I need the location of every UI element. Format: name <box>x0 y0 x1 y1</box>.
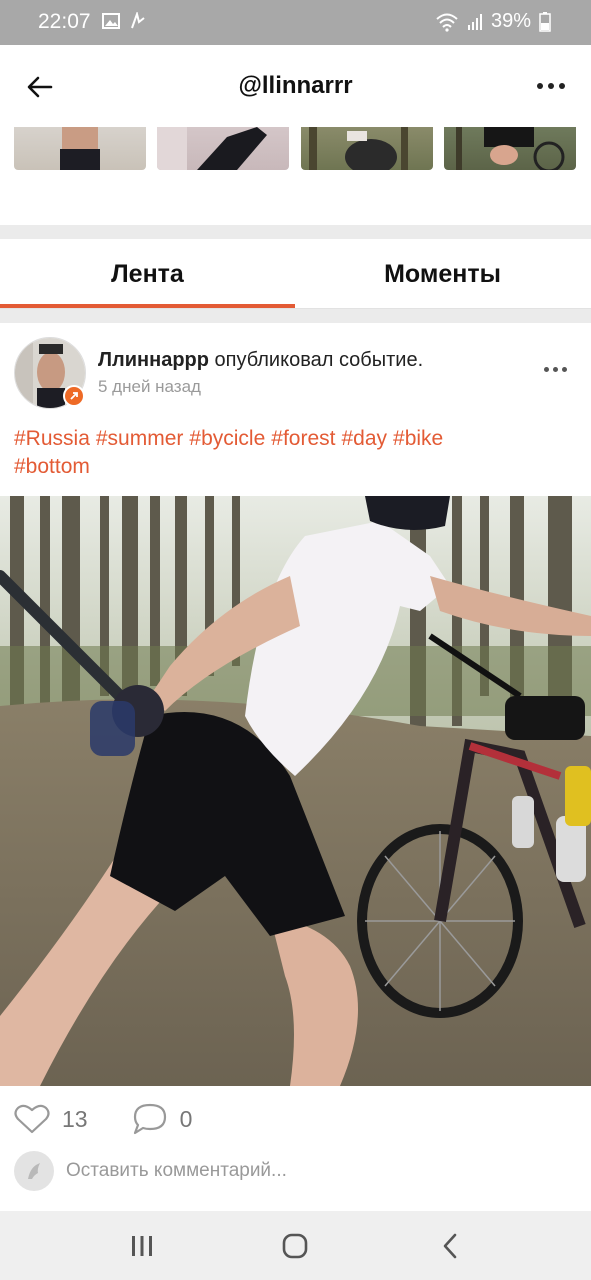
recents-button[interactable] <box>122 1229 162 1263</box>
profile-tabs: Лента Моменты <box>0 239 591 309</box>
battery-icon <box>539 11 551 32</box>
feed-post: Ллиннаррр опубликовал событие. 5 дней на… <box>0 323 591 1211</box>
section-divider <box>0 309 591 323</box>
photo-thumbnail[interactable] <box>301 127 433 170</box>
photo-thumbnail[interactable] <box>157 127 289 170</box>
home-icon <box>282 1233 308 1259</box>
profile-handle: @llinnarrr <box>238 72 353 99</box>
hashtag-link[interactable]: #forest <box>271 427 335 450</box>
home-button[interactable] <box>275 1229 315 1263</box>
photo-thumbnail[interactable] <box>14 127 146 170</box>
gallery-icon <box>102 13 120 29</box>
comment-button[interactable]: 0 <box>132 1102 193 1136</box>
system-nav-bar <box>0 1211 591 1280</box>
photo-thumbnail[interactable] <box>444 127 576 170</box>
hashtag-link[interactable]: #day <box>341 427 387 450</box>
active-tab-indicator <box>0 304 295 308</box>
hashtags: #Russia #summer #bycicle #forest #day #bike #b… <box>14 425 574 481</box>
app-header: @llinnarrr <box>0 45 591 127</box>
status-time: 22:07 <box>38 10 91 33</box>
tab-moments[interactable]: Моменты <box>295 239 590 309</box>
activity-icon <box>131 12 145 29</box>
back-nav-icon <box>443 1233 457 1259</box>
tab-feed[interactable]: Лента <box>0 239 295 309</box>
post-timestamp: 5 дней назад <box>98 377 201 396</box>
author-name[interactable]: Ллиннаррр <box>98 349 209 371</box>
signal-icon <box>467 13 482 30</box>
comment-composer[interactable]: Оставить комментарий... <box>14 1151 287 1191</box>
like-button[interactable]: 13 <box>14 1103 88 1135</box>
like-count: 13 <box>62 1105 88 1132</box>
more-dots-icon <box>537 83 543 89</box>
hashtag-link[interactable]: #bycicle <box>189 427 265 450</box>
wifi-icon <box>436 13 458 32</box>
status-bar: 22:07 39% <box>0 0 591 45</box>
more-dots-icon <box>544 367 549 372</box>
hashtag-link[interactable]: #bike <box>393 427 443 450</box>
post-actions: 13 0 <box>14 1099 236 1139</box>
recents-icon <box>132 1236 152 1256</box>
post-more-button[interactable] <box>544 367 567 372</box>
hashtag-link[interactable]: #summer <box>96 427 184 450</box>
more-options-button[interactable] <box>531 71 571 101</box>
back-nav-button[interactable] <box>430 1229 470 1263</box>
hashtag-link[interactable]: #bottom <box>14 455 90 478</box>
ok-badge-icon <box>63 385 85 407</box>
comment-input[interactable]: Оставить комментарий... <box>66 1160 287 1182</box>
comment-bubble-icon <box>133 1103 166 1135</box>
my-avatar <box>14 1151 54 1191</box>
heart-icon <box>14 1104 50 1134</box>
photo-strip <box>0 127 591 172</box>
section-divider <box>0 225 591 239</box>
hashtag-link[interactable]: #Russia <box>14 427 90 450</box>
post-action-text: опубликовал событие. <box>214 349 424 371</box>
battery-percent: 39% <box>490 10 531 32</box>
comment-count: 0 <box>179 1105 193 1132</box>
post-photo[interactable] <box>0 496 591 1086</box>
